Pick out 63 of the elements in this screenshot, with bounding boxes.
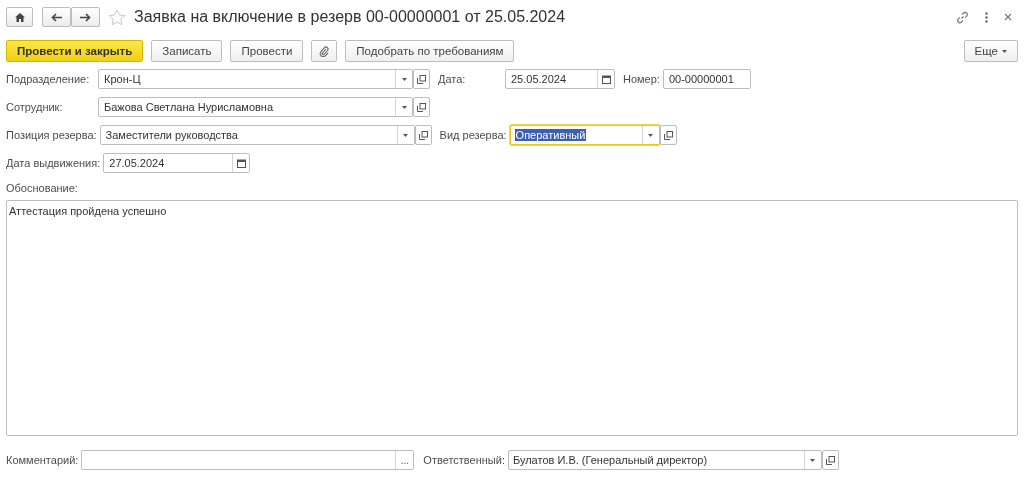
open-button[interactable] bbox=[413, 69, 430, 89]
window-title: Заявка на включение в резерв 00-00000001 от 25.05.2024 bbox=[134, 8, 567, 26]
open-button[interactable] bbox=[821, 450, 839, 470]
field-label: Обоснование: bbox=[6, 182, 79, 194]
link-icon bbox=[956, 10, 969, 24]
dropdown-button[interactable] bbox=[395, 70, 412, 88]
input-field[interactable]: Оперативный bbox=[509, 125, 660, 145]
input-field[interactable]: ... bbox=[81, 450, 415, 470]
field-label: Позиция резерва: bbox=[6, 129, 98, 141]
input-field[interactable]: 27.05.2024 bbox=[103, 153, 251, 173]
calendar-icon bbox=[236, 158, 246, 168]
field-label: Вид резерва: bbox=[439, 129, 508, 141]
forward-button[interactable] bbox=[71, 7, 100, 27]
toolbar-button[interactable]: Провести bbox=[230, 40, 304, 62]
field-label: Комментарий: bbox=[6, 454, 80, 466]
field-label: Подразделение: bbox=[6, 73, 91, 85]
select-button[interactable]: ... bbox=[395, 451, 414, 469]
forward-arrow-icon bbox=[80, 12, 91, 22]
caret-icon bbox=[648, 133, 654, 137]
open-button[interactable] bbox=[413, 97, 430, 117]
caret-icon bbox=[810, 458, 816, 462]
input-field[interactable]: Заместители руководства bbox=[99, 125, 415, 145]
star-icon[interactable] bbox=[108, 8, 126, 26]
more-icon bbox=[985, 11, 988, 23]
close-icon bbox=[1004, 13, 1012, 21]
open-window-icon bbox=[663, 130, 673, 140]
calendar-icon bbox=[601, 74, 611, 84]
dropdown-button[interactable] bbox=[803, 451, 821, 469]
post-and-close-button[interactable]: Провести и закрыть bbox=[6, 40, 144, 62]
paperclip-icon bbox=[319, 45, 330, 57]
input-field[interactable]: 25.05.2024 bbox=[505, 69, 615, 89]
back-arrow-icon bbox=[51, 12, 62, 22]
open-window-icon bbox=[825, 455, 835, 465]
field-label: Дата: bbox=[438, 73, 467, 85]
calendar-button[interactable] bbox=[232, 154, 250, 172]
field-label: Сотрудник: bbox=[6, 101, 64, 113]
caret-icon bbox=[401, 105, 407, 109]
input-field[interactable]: Булатов И.В. (Генеральный директор) bbox=[507, 450, 822, 470]
back-button[interactable] bbox=[42, 7, 71, 27]
calendar-button[interactable] bbox=[597, 70, 614, 88]
toolbar-button[interactable]: Записать bbox=[151, 40, 223, 62]
home-icon bbox=[14, 12, 25, 22]
dropdown-button[interactable] bbox=[396, 126, 414, 144]
caret-icon bbox=[403, 133, 409, 137]
more-button[interactable]: Еще bbox=[963, 40, 1018, 62]
open-window-icon bbox=[417, 102, 426, 112]
dropdown-button[interactable] bbox=[395, 98, 412, 116]
home-button[interactable] bbox=[6, 7, 33, 27]
field-label: Дата выдвижения: bbox=[6, 157, 102, 169]
input-field[interactable]: Крон-Ц bbox=[98, 69, 413, 89]
attach-button[interactable] bbox=[311, 40, 338, 62]
caret-icon bbox=[1002, 49, 1007, 53]
field-label: Ответственный: bbox=[423, 454, 506, 466]
field-label: Номер: bbox=[623, 73, 661, 85]
input-field[interactable]: Бажова Светлана Нурисламовна bbox=[98, 97, 413, 117]
dropdown-button[interactable] bbox=[641, 126, 659, 144]
input-field[interactable]: 00-00000001 bbox=[662, 69, 751, 89]
open-button[interactable] bbox=[414, 125, 432, 145]
toolbar-button[interactable]: Подобрать по требованиям bbox=[345, 40, 515, 62]
open-window-icon bbox=[418, 130, 428, 140]
caret-icon bbox=[401, 77, 407, 81]
open-window-icon bbox=[417, 74, 426, 84]
text-area[interactable]: Аттестация пройдена успешно bbox=[6, 200, 1018, 436]
